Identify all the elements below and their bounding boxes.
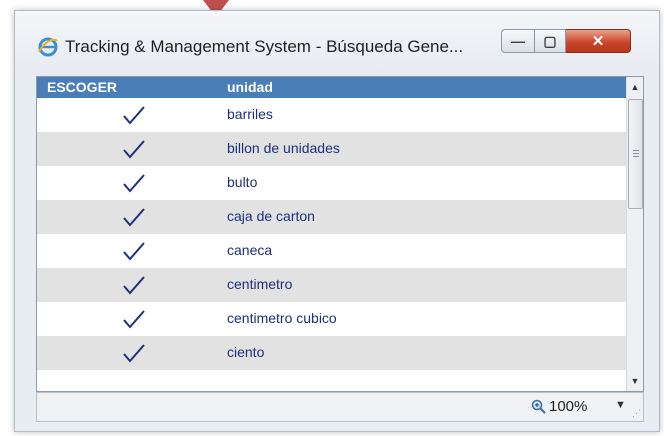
scroll-thumb[interactable] bbox=[628, 99, 643, 209]
zoom-icon[interactable] bbox=[531, 399, 547, 415]
checkmark-icon[interactable] bbox=[122, 138, 146, 160]
column-header-escoger[interactable]: ESCOGER bbox=[47, 79, 117, 95]
checkmark-icon[interactable] bbox=[122, 206, 146, 228]
zoom-level[interactable]: 100% bbox=[549, 398, 587, 415]
scroll-up-arrow-icon[interactable]: ▲ bbox=[627, 79, 643, 95]
unidad-cell[interactable]: centimetro cubico bbox=[227, 310, 337, 326]
status-bar: 100% ▼ ⋰ bbox=[36, 392, 644, 422]
table-row[interactable]: bulto bbox=[37, 166, 629, 200]
table-row[interactable]: centimetro cubico bbox=[37, 302, 629, 336]
table-row[interactable]: centimetro bbox=[37, 268, 629, 302]
table-row[interactable]: caja de carton bbox=[37, 200, 629, 234]
checkmark-icon[interactable] bbox=[122, 240, 146, 262]
unidad-cell[interactable]: caneca bbox=[227, 242, 272, 258]
table-row[interactable]: barriles bbox=[37, 98, 629, 132]
title-bar[interactable]: Tracking & Management System - Búsqueda … bbox=[15, 11, 659, 73]
results-panel: ESCOGER unidad barriles billon de unidade… bbox=[36, 76, 644, 392]
unidad-cell[interactable]: barriles bbox=[227, 106, 273, 122]
zoom-dropdown-icon[interactable]: ▼ bbox=[615, 399, 626, 411]
unidad-cell[interactable]: billon de unidades bbox=[227, 140, 340, 156]
checkmark-icon[interactable] bbox=[122, 274, 146, 296]
vertical-scrollbar[interactable]: ▲ ▼ bbox=[626, 77, 643, 391]
maximize-button[interactable]: ▢ bbox=[535, 29, 566, 53]
minimize-button[interactable]: — bbox=[501, 29, 535, 53]
grid-body: barriles billon de unidades bulto caja de c… bbox=[37, 98, 629, 370]
window-controls: — ▢ ✕ bbox=[501, 29, 631, 53]
popup-window: Tracking & Management System - Búsqueda … bbox=[14, 10, 660, 432]
table-row[interactable]: billon de unidades bbox=[37, 132, 629, 166]
window-title: Tracking & Management System - Búsqueda … bbox=[65, 37, 464, 56]
grid-header: ESCOGER unidad bbox=[37, 77, 629, 98]
unidad-cell[interactable]: ciento bbox=[227, 344, 264, 360]
checkmark-icon[interactable] bbox=[122, 104, 146, 126]
ie-browser-icon bbox=[38, 37, 58, 57]
checkmark-icon[interactable] bbox=[122, 172, 146, 194]
table-row[interactable]: caneca bbox=[37, 234, 629, 268]
column-header-unidad[interactable]: unidad bbox=[227, 79, 273, 95]
checkmark-icon[interactable] bbox=[122, 342, 146, 364]
close-button[interactable]: ✕ bbox=[566, 29, 631, 53]
resize-grip-icon[interactable]: ⋰ bbox=[632, 408, 641, 419]
checkmark-icon[interactable] bbox=[122, 308, 146, 330]
unidad-cell[interactable]: caja de carton bbox=[227, 208, 315, 224]
scroll-down-arrow-icon[interactable]: ▼ bbox=[627, 373, 643, 389]
unidad-cell[interactable]: bulto bbox=[227, 174, 257, 190]
unidad-cell[interactable]: centimetro bbox=[227, 276, 292, 292]
table-row[interactable]: ciento bbox=[37, 336, 629, 370]
